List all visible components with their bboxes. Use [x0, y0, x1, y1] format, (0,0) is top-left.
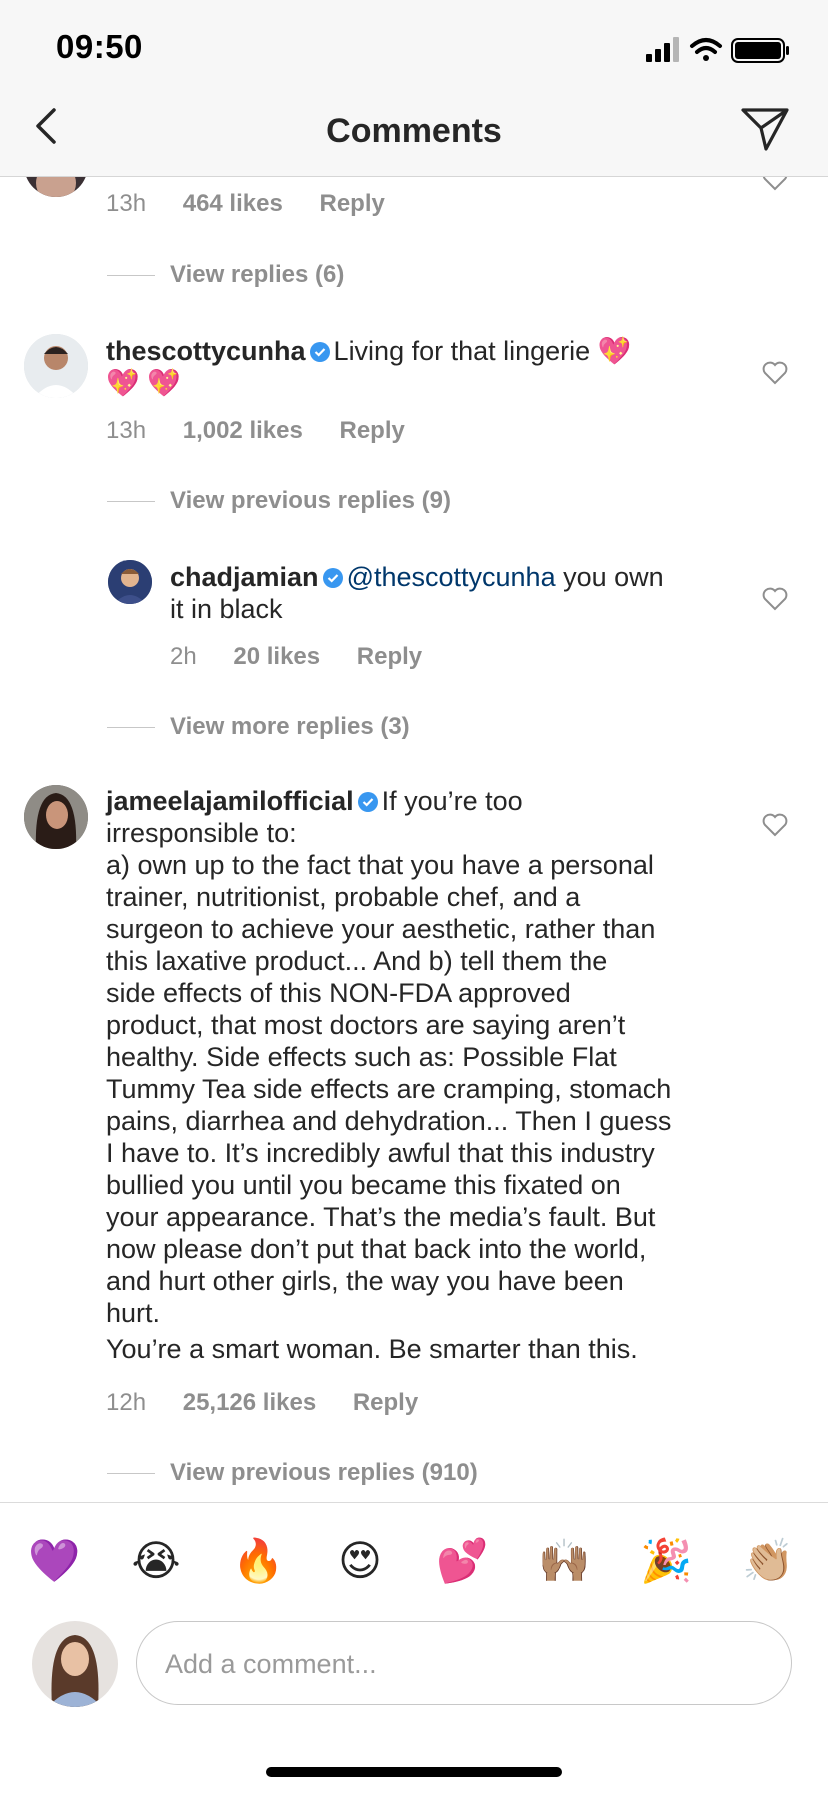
top-bar: 09:50 Comments — [0, 0, 828, 177]
comment-line: trainer, nutritionist, probable chef, an… — [106, 882, 581, 912]
view-replies-link[interactable]: View more replies (3) — [170, 713, 410, 741]
emoji-purple-heart[interactable]: 💜 — [28, 1535, 80, 1587]
likes-count[interactable]: 464 likes — [183, 190, 283, 217]
status-time: 09:50 — [56, 28, 143, 65]
comment-line: and hurt other girls, the way you have b… — [106, 1266, 624, 1296]
reply-meta: 2h 20 likes Reply — [170, 643, 452, 671]
page-title: Comments — [326, 112, 502, 150]
emoji-fire[interactable]: 🔥 — [232, 1535, 284, 1587]
comment-text-line2: 💖 💖 — [106, 368, 181, 398]
emoji-clapping-hands[interactable]: 👏🏼 — [742, 1535, 794, 1587]
comment-line: now please don’t put that back into the … — [106, 1234, 647, 1264]
comment-body: thescottycunha Living for that lingerie 💖… — [106, 335, 746, 399]
likes-count[interactable]: 1,002 likes — [183, 417, 303, 444]
mention-link[interactable]: @thescottycunha — [347, 562, 556, 592]
emoji-two-hearts[interactable]: 💕 — [436, 1535, 488, 1587]
comment-line: surgeon to achieve your aesthetic, rathe… — [106, 914, 656, 944]
comment-text: Living for that lingerie 💖 — [333, 336, 632, 366]
heart-icon[interactable] — [762, 177, 788, 191]
reply-link[interactable]: Reply — [357, 643, 422, 670]
comment-line: You’re a smart woman. Be smarter than th… — [106, 1334, 638, 1364]
comment-meta: 13h 1,002 likes Reply — [106, 417, 435, 445]
home-indicator — [266, 1767, 562, 1777]
comment-line: bullied you until you became this fixate… — [106, 1170, 621, 1200]
comment-line: healthy. Side effects such as: Possible … — [106, 1042, 617, 1072]
verified-badge-icon — [322, 568, 343, 588]
comment-first-line: jameelajamilofficial If you’re too — [106, 785, 746, 817]
reply-link[interactable]: Reply — [353, 1389, 418, 1416]
comment-line: pains, diarrhea and dehydration... Then … — [106, 1106, 672, 1136]
verified-badge-icon — [309, 342, 330, 362]
comment-time: 13h — [106, 417, 147, 444]
view-replies-link[interactable]: View previous replies (9) — [170, 487, 451, 515]
avatar[interactable] — [24, 177, 88, 197]
comment-line: your appearance. That’s the media’s faul… — [106, 1202, 656, 1232]
comment-line: product, that most doctors are saying ar… — [106, 1010, 626, 1040]
emoji-heart-eyes[interactable]: 😍 — [334, 1535, 386, 1587]
username[interactable]: jameelajamilofficial — [106, 786, 354, 816]
verified-badge-icon — [357, 792, 378, 812]
emoji-raised-hands[interactable]: 🙌🏽 — [538, 1535, 590, 1587]
comment-line: hurt. — [106, 1298, 161, 1328]
comment-input-container[interactable] — [136, 1621, 792, 1705]
view-replies-link[interactable]: View previous replies (910) — [170, 1459, 478, 1487]
username[interactable]: chadjamian — [170, 562, 319, 592]
view-replies-link[interactable]: View replies (6) — [170, 261, 344, 289]
comment-line: a) own up to the fact that you have a pe… — [106, 850, 654, 880]
wifi-icon — [690, 38, 722, 61]
heart-icon[interactable] — [762, 813, 788, 837]
username[interactable]: thescottycunha — [106, 336, 306, 366]
divider-line — [107, 727, 155, 728]
comment-line: Tummy Tea side effects are cramping, sto… — [106, 1074, 672, 1104]
comment-text: If you’re too — [381, 786, 523, 816]
avatar[interactable] — [24, 785, 88, 849]
comment-body: jameelajamilofficial If you’re too irresp… — [106, 785, 746, 1365]
divider-line — [107, 275, 155, 276]
heart-icon[interactable] — [762, 361, 788, 385]
comment-input[interactable] — [163, 1640, 767, 1688]
reply-link[interactable]: Reply — [340, 417, 405, 444]
reply-text-line2: it in black — [170, 594, 283, 624]
comment-line: irresponsible to: — [106, 818, 297, 848]
comment-line: this laxative product... And b) tell the… — [106, 946, 608, 976]
reply-link[interactable]: Reply — [319, 190, 384, 217]
divider-line — [107, 501, 155, 502]
avatar[interactable] — [108, 560, 152, 604]
likes-count[interactable]: 25,126 likes — [183, 1389, 316, 1416]
heart-icon[interactable] — [762, 587, 788, 611]
emoji-party-popper[interactable]: 🎉 — [640, 1535, 692, 1587]
composer-area: 💜 😭 🔥 😍 💕 🙌🏽 🎉 👏🏼 — [0, 1502, 828, 1793]
comment-meta: 12h 25,126 likes Reply — [106, 1389, 448, 1417]
reply-body: chadjamian @thescottycunha you own it in … — [170, 561, 730, 625]
comments-feed[interactable]: 13h 464 likes Reply View replies (6) the… — [0, 177, 828, 1502]
status-icons — [646, 37, 789, 63]
emoji-crying-face[interactable]: 😭 — [130, 1535, 182, 1587]
direct-send-icon[interactable] — [740, 106, 790, 152]
avatar[interactable] — [24, 334, 88, 398]
comment-meta: 13h 464 likes Reply — [106, 190, 415, 218]
divider-line — [107, 1473, 155, 1474]
reply-text: you own — [563, 562, 664, 592]
comment-time: 2h — [170, 643, 197, 670]
comment-line: I have to. It’s incredibly awful that th… — [106, 1138, 655, 1168]
likes-count[interactable]: 20 likes — [233, 643, 320, 670]
comment-time: 13h — [106, 190, 147, 217]
comment-line: side effects of this NON-FDA approved — [106, 978, 571, 1008]
battery-icon — [731, 38, 789, 63]
cellular-signal-icon — [646, 37, 679, 62]
current-user-avatar — [32, 1621, 118, 1707]
comment-time: 12h — [106, 1389, 147, 1416]
